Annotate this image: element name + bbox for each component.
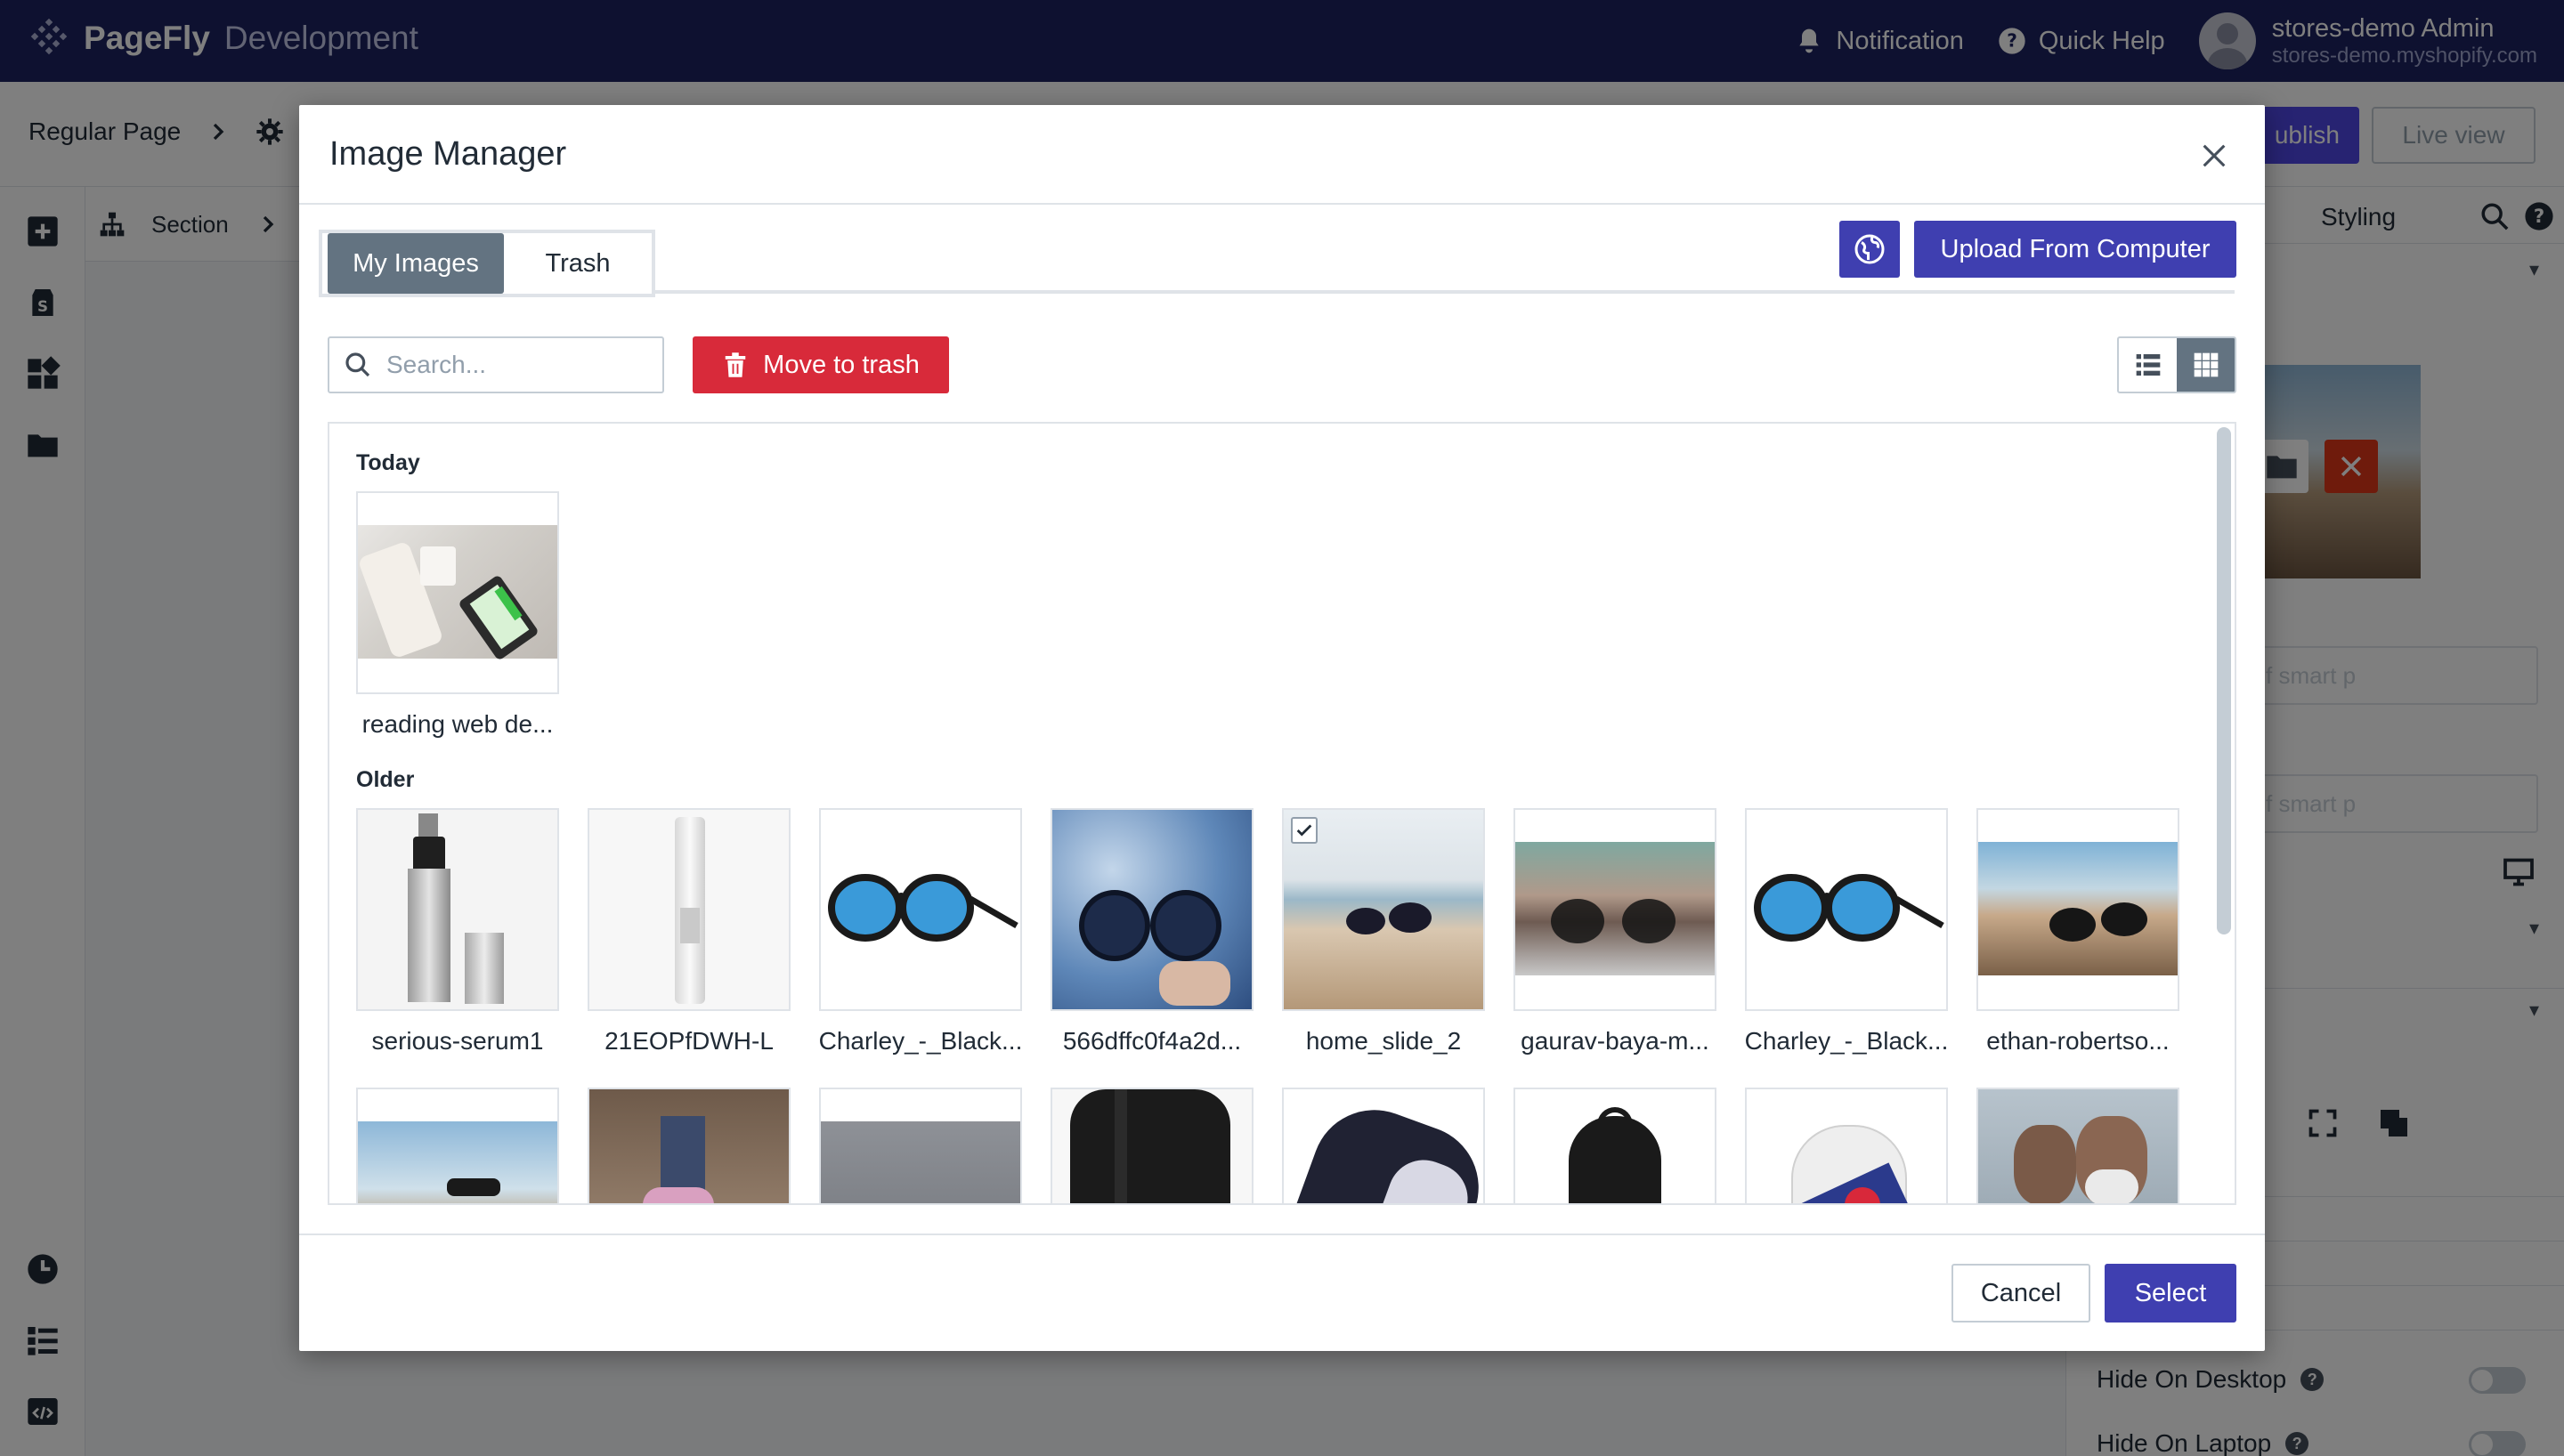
- image-thumbnail[interactable]: [1976, 1088, 2179, 1203]
- image-thumbnail[interactable]: [1745, 808, 1948, 1011]
- image-thumbnail[interactable]: [1051, 808, 1254, 1011]
- image-thumbnail[interactable]: [1282, 808, 1485, 1011]
- tabs-divider: [655, 290, 2235, 294]
- sunglasses-image: [828, 874, 1018, 942]
- image-thumbnail[interactable]: [1051, 1088, 1254, 1203]
- view-mode-toggle: [2117, 336, 2236, 393]
- image-name: gaurav-baya-m...: [1521, 1027, 1709, 1055]
- image-thumbnail[interactable]: [1976, 808, 2179, 1011]
- image-gallery[interactable]: Today reading web de... Older serious-se…: [328, 422, 2236, 1205]
- close-button[interactable]: [2199, 141, 2229, 171]
- image-thumbnail[interactable]: [1282, 1088, 1485, 1203]
- image-manager-modal: Image Manager My Images Trash Upload Fro…: [299, 105, 2265, 1351]
- image-thumbnail[interactable]: [1513, 1088, 1716, 1203]
- upload-from-computer-button[interactable]: Upload From Computer: [1914, 221, 2236, 278]
- selection-checkbox[interactable]: [1291, 817, 1318, 844]
- sunglasses-image: [1754, 874, 1944, 942]
- image-thumbnail[interactable]: [1745, 1088, 1948, 1203]
- image-name: Charley_-_Black...: [1744, 1027, 1949, 1055]
- image-name: ethan-robertso...: [1986, 1027, 2170, 1055]
- image-thumbnail[interactable]: [356, 808, 559, 1011]
- list-view-button[interactable]: [2119, 338, 2177, 392]
- image-thumbnail[interactable]: [588, 808, 791, 1011]
- globe-icon: [1854, 234, 1885, 264]
- trash-icon: [725, 352, 746, 377]
- select-button[interactable]: Select: [2105, 1264, 2236, 1323]
- image-name: home_slide_2: [1305, 1027, 1462, 1055]
- cancel-button[interactable]: Cancel: [1951, 1264, 2090, 1323]
- image-name: serious-serum1: [371, 1027, 544, 1055]
- group-label-older: Older: [356, 767, 415, 792]
- tab-my-images[interactable]: My Images: [328, 233, 504, 294]
- image-thumbnail[interactable]: [588, 1088, 791, 1203]
- move-to-trash-label: Move to trash: [763, 350, 920, 379]
- image-thumbnail[interactable]: [356, 1088, 559, 1203]
- grid-view-icon: [2194, 352, 2218, 377]
- gallery-scrollbar[interactable]: [2217, 427, 2231, 934]
- image-name: Charley_-_Black...: [818, 1027, 1023, 1055]
- grid-view-button[interactable]: [2177, 338, 2235, 392]
- search-box[interactable]: [328, 336, 664, 393]
- group-label-today: Today: [356, 450, 420, 475]
- checkmark-icon: [1296, 824, 1312, 837]
- search-input[interactable]: [386, 351, 653, 379]
- search-icon: [345, 352, 370, 377]
- upload-from-url-button[interactable]: [1839, 221, 1900, 278]
- image-thumbnail[interactable]: [819, 1088, 1022, 1203]
- move-to-trash-button[interactable]: Move to trash: [693, 336, 949, 393]
- image-name: reading web de...: [361, 710, 554, 738]
- close-icon: [2203, 144, 2226, 167]
- image-name: 21EOPfDWH-L: [604, 1027, 774, 1055]
- modal-title: Image Manager: [329, 135, 567, 173]
- image-name: 566dffc0f4a2d...: [1062, 1027, 1242, 1055]
- footer-divider: [299, 1234, 2265, 1235]
- list-view-icon: [2136, 354, 2160, 376]
- image-thumbnail[interactable]: [1513, 808, 1716, 1011]
- image-thumbnail[interactable]: [356, 491, 559, 694]
- image-thumbnail[interactable]: [819, 808, 1022, 1011]
- tab-trash[interactable]: Trash: [504, 233, 652, 294]
